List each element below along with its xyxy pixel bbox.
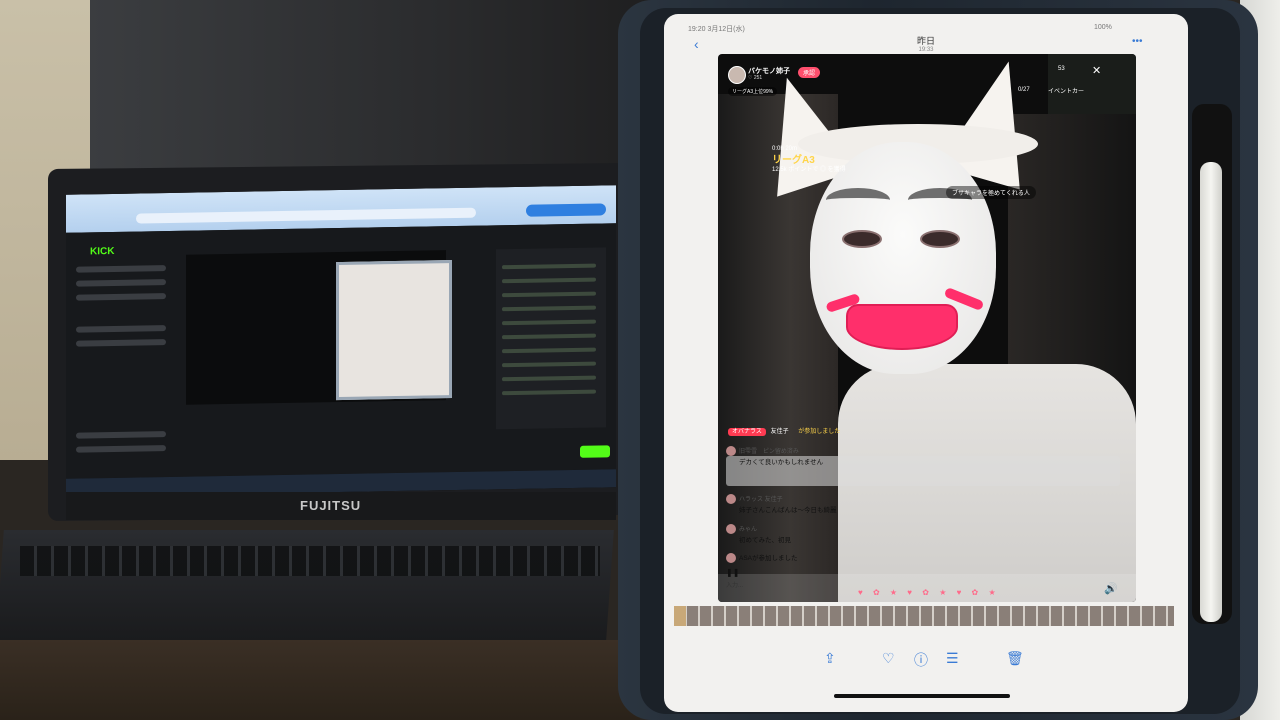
avatar: [726, 524, 736, 535]
kick-follow-button: [580, 445, 610, 458]
laptop-brand-logo: FUJITSU: [300, 498, 362, 513]
chat-line: [502, 277, 596, 284]
kick-video-inner-frame: [336, 260, 452, 401]
comment-item: ハラッス 友佳子 姉子さんこんばんは〜今日も綺麗: [726, 494, 837, 514]
chat-line: [502, 263, 596, 270]
count-label: 0/27: [1018, 87, 1030, 93]
chat-line: [502, 319, 596, 326]
ellipsis-icon[interactable]: •••: [1132, 36, 1143, 47]
volume-icon[interactable]: 🔊: [1104, 582, 1118, 595]
background-monitor-area: [90, 0, 650, 170]
rank-points: 12,5k ポイントで ◎ を獲得: [772, 166, 846, 173]
trash-icon[interactable]: 🗑: [1006, 650, 1024, 667]
avatar: [726, 494, 736, 505]
home-indicator[interactable]: [834, 694, 1010, 698]
photos-title: 昨日 19:33: [664, 34, 1188, 53]
kick-sidebar-item: [76, 325, 166, 333]
selected-thumbnail[interactable]: [674, 606, 686, 626]
viewer-count: 53: [1058, 66, 1065, 72]
caption-pill: ブサキャラを極めてくれる人: [946, 186, 1036, 199]
share-arrow-icon[interactable]: ➦: [1118, 598, 1126, 602]
ipad-status-battery: 100%: [1094, 24, 1112, 31]
photos-title-text: 昨日: [916, 36, 935, 46]
chat-line: [502, 361, 596, 368]
comment-item: ASAが参加しました: [726, 552, 798, 564]
desk-surface: [0, 640, 640, 720]
pause-icon[interactable]: ❚❚: [726, 568, 739, 577]
live-stream-screenshot: バケモノ姉子 ♡ 251 承認 リーグA3上位99% 53 ✕ 0/27 イベン…: [718, 54, 1136, 602]
kick-chat-panel: [496, 247, 606, 430]
close-icon[interactable]: ✕: [1092, 64, 1101, 77]
join-badge: オバナラス: [728, 428, 766, 436]
ipad-screen: 19:20 3月12日(水) 100% ‹ 昨日 19:33 ••• バケモノ姉…: [664, 14, 1188, 712]
chat-line: [502, 333, 596, 340]
gift-icons-row[interactable]: ♥ ✿ ★ ♥ ✿ ★ ♥ ✿ ★: [858, 588, 1000, 597]
info-icon[interactable]: ⓘ: [914, 650, 928, 670]
browser-action-button: [526, 203, 606, 217]
follow-button[interactable]: 承認: [798, 67, 821, 78]
eye-right: [920, 230, 960, 248]
avatar: [726, 553, 736, 564]
kick-sidebar-item: [76, 279, 166, 287]
avatar: [726, 446, 736, 457]
comment-user: みゃん: [739, 527, 758, 533]
laptop-keys: [20, 546, 600, 576]
kick-video-player: [186, 250, 452, 405]
host-likes: ♡ 251: [748, 75, 763, 81]
kick-logo: KICK: [90, 245, 115, 258]
chat-line: [502, 291, 596, 298]
photos-subtitle-text: 19:33: [918, 47, 934, 53]
red-lips: [848, 306, 956, 348]
adjust-icon[interactable]: ☰: [946, 650, 959, 667]
join-name: 友佳子: [770, 429, 789, 435]
event-label[interactable]: イベントカー: [1048, 86, 1084, 95]
join-text: が参加しました: [798, 429, 841, 435]
ipad-status-time: 19:20 3月12日(水): [688, 26, 745, 33]
comment-badge: ピン留め済み: [762, 449, 799, 455]
browser-url-bar: [136, 207, 476, 224]
kick-stream-page: KICK: [66, 223, 616, 479]
chat-line: [502, 305, 596, 312]
comment-input[interactable]: 入力...: [726, 580, 743, 589]
share-icon[interactable]: ⇪: [824, 650, 836, 667]
league-rank-box: 0:0h 20m リーグA3 12,5k ポイントで ◎ を獲得: [772, 146, 846, 175]
kick-sidebar-item: [76, 293, 166, 301]
chat-line: [502, 389, 596, 396]
kick-sidebar-item: [76, 339, 166, 347]
eyebrow-left: [826, 188, 890, 212]
eye-left: [842, 230, 882, 248]
comment-item: みゃん 初めてみた、初見: [726, 524, 791, 544]
kick-sidebar-item: [76, 445, 166, 453]
rank-timer: 0:0h 20m: [772, 146, 798, 152]
comment-text: 姉子さんこんばんは〜今日も綺麗: [739, 507, 837, 515]
comment-text: デカくて良いかもしれません: [739, 459, 824, 467]
comment-text: 初めてみた、初見: [739, 537, 791, 545]
host-avatar[interactable]: [728, 66, 746, 84]
kick-sidebar-item: [76, 431, 166, 439]
comment-user: ハラッス 友佳子: [739, 497, 783, 503]
chat-line: [502, 375, 596, 382]
photo-thumbnail-strip[interactable]: [674, 606, 1174, 626]
comment-user: 旧雫雪: [739, 449, 758, 455]
heart-icon[interactable]: ♡: [882, 650, 895, 667]
league-tag: リーグA3上位99%: [728, 87, 778, 96]
chat-line: [502, 347, 596, 354]
laptop-screen: KICK: [66, 185, 616, 497]
join-notice: オバナラス 友佳子 が参加しました: [728, 426, 841, 436]
kick-sidebar-item: [76, 265, 166, 273]
rank-league: リーグA3: [772, 154, 815, 166]
stylus-pencil: [1200, 162, 1222, 622]
comment-item: 旧雫雪 ピン留め済み デカくて良いかもしれません: [726, 446, 823, 466]
comment-text: ASAが参加しました: [739, 555, 798, 562]
